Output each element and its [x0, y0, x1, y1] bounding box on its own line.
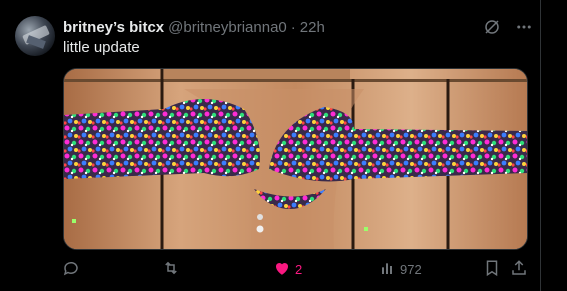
tweet-text: little update [63, 39, 140, 56]
scrollbar[interactable] [540, 0, 567, 291]
heart-icon [273, 259, 291, 280]
views-button[interactable]: 972 [380, 259, 422, 279]
avatar[interactable] [15, 16, 55, 56]
like-count: 2 [295, 261, 303, 277]
separator: · [290, 18, 296, 36]
bookmark-icon [483, 259, 501, 280]
timestamp[interactable]: 22h [300, 19, 325, 36]
bookmark-button[interactable] [483, 259, 501, 279]
views-icon [380, 260, 396, 279]
share-button[interactable] [510, 259, 528, 279]
display-name[interactable]: britney’s bitcx [63, 19, 164, 36]
tweet-header: britney’s bitcx @britneybrianna0 · 22h [63, 17, 325, 37]
handle[interactable]: @britneybrianna0 [168, 19, 287, 36]
grok-icon[interactable] [482, 17, 502, 37]
more-icon[interactable] [514, 17, 534, 37]
scrollbar-thumb[interactable] [559, 0, 567, 291]
tweet-image[interactable] [63, 68, 528, 250]
retweet-button[interactable] [162, 259, 184, 279]
tweet-actions: 2 972 [58, 259, 533, 279]
retweet-icon [162, 259, 180, 280]
reply-button[interactable] [62, 259, 84, 279]
views-count: 972 [400, 261, 422, 277]
share-icon [510, 259, 528, 280]
tweet[interactable]: britney’s bitcx @britneybrianna0 · 22h l… [0, 0, 541, 291]
like-button[interactable]: 2 [273, 259, 302, 279]
reply-icon [62, 259, 80, 280]
